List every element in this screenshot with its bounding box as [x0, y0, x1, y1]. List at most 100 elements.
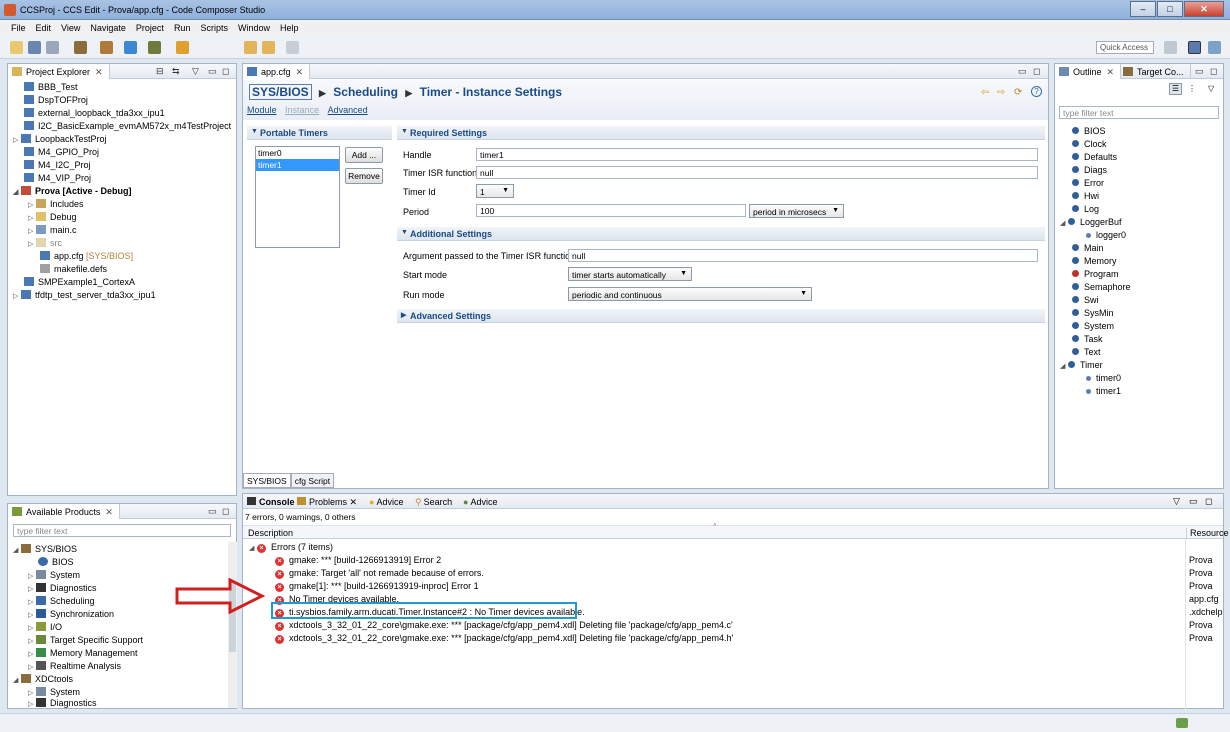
period-unit-select[interactable]: period in microsecs ▼ — [749, 204, 844, 218]
list-item[interactable]: timer0 — [256, 147, 339, 159]
close-icon[interactable]: ✕ — [296, 67, 304, 77]
status-icon[interactable] — [1176, 718, 1188, 728]
outline-item[interactable]: timer0 — [1086, 373, 1121, 386]
remove-timer-button[interactable]: Remove — [345, 168, 383, 184]
outline-item[interactable]: Main — [1072, 243, 1104, 256]
maximize-icon[interactable]: ◻ — [1210, 66, 1217, 77]
expand-arrow-icon[interactable]: ▷ — [28, 227, 36, 235]
expand-arrow-icon[interactable]: ▷ — [28, 585, 36, 593]
tree-item[interactable]: makefile.defs — [40, 264, 107, 277]
handle-field[interactable]: timer1 — [476, 148, 1038, 161]
tree-item[interactable]: ▷ src — [28, 238, 62, 251]
outline-item[interactable]: logger0 — [1086, 230, 1126, 243]
close-icon[interactable]: ✕ — [1107, 67, 1115, 77]
col-description[interactable]: Description — [248, 528, 293, 538]
menu-scripts[interactable]: Scripts — [195, 20, 233, 37]
bug-icon[interactable] — [148, 41, 161, 54]
breadcrumb-scheduling[interactable]: Scheduling — [333, 85, 398, 99]
menu-project[interactable]: Project — [131, 20, 169, 37]
tree-item-active-project[interactable]: ◢ Prova [Active - Debug] — [13, 186, 132, 199]
tab-sysbios[interactable]: SYS/BIOS — [243, 473, 291, 488]
start-mode-select[interactable]: timer starts automatically ▼ — [568, 267, 692, 281]
tab-console[interactable]: Console — [247, 497, 295, 507]
list-item-selected[interactable]: timer1 — [256, 159, 339, 171]
tree-item[interactable]: BBB_Test — [24, 82, 78, 95]
outline-item[interactable]: Task — [1072, 334, 1103, 347]
error-row[interactable]: × gmake[1]: *** [build-1266913919-inproc]… — [275, 581, 1215, 594]
error-group[interactable]: ◢ × Errors (7 items) — [249, 542, 333, 555]
minimize-button[interactable]: – — [1130, 1, 1156, 17]
menu-view[interactable]: View — [56, 20, 85, 37]
expand-arrow-icon[interactable]: ▷ — [28, 201, 36, 209]
outline-item[interactable]: System — [1072, 321, 1114, 334]
tree-item[interactable]: ▷ Realtime Analysis — [28, 661, 121, 674]
minimize-icon[interactable]: ▭ — [1189, 496, 1198, 507]
expand-arrow-icon[interactable]: ▷ — [28, 637, 36, 645]
collapse-arrow-icon[interactable]: ◢ — [1060, 362, 1068, 370]
expand-arrow-icon[interactable]: ▷ — [28, 598, 36, 606]
nav-forward-icon[interactable]: ⇨ — [997, 87, 1005, 98]
expand-arrow-icon[interactable]: ▷ — [28, 624, 36, 632]
outline-item[interactable]: Diags — [1072, 165, 1107, 178]
timer-id-select[interactable]: 1 ▼ — [476, 184, 514, 198]
hammer-icon[interactable] — [100, 41, 113, 54]
tree-item[interactable]: M4_VIP_Proj — [24, 173, 91, 186]
tree-item[interactable]: ▷ main.c — [28, 225, 77, 238]
close-icon[interactable]: ✕ — [105, 507, 113, 517]
tab-problems[interactable]: Problems ✕ — [297, 497, 357, 508]
error-row[interactable]: × xdctools_3_32_01_22_core\gmake.exe: ***… — [275, 620, 1215, 633]
save-all-icon[interactable] — [46, 41, 59, 54]
outline-item[interactable]: Program — [1072, 269, 1119, 282]
collapse-arrow-icon[interactable]: ◢ — [13, 546, 21, 554]
required-settings-header[interactable]: ▼ Required Settings — [397, 126, 1045, 140]
tab-app-cfg[interactable]: app.cfg ✕ — [243, 64, 311, 79]
tree-item[interactable]: ▷ Target Specific Support — [28, 635, 143, 648]
tree-item[interactable]: ▷ System — [28, 570, 80, 583]
menu-navigate[interactable]: Navigate — [85, 20, 131, 37]
outline-item[interactable]: Text — [1072, 347, 1101, 360]
maximize-icon[interactable]: ◻ — [222, 506, 229, 517]
expand-arrow-icon[interactable]: ▷ — [28, 689, 36, 697]
list-view-icon[interactable]: ☰ — [1169, 83, 1182, 95]
close-icon[interactable]: ✕ — [350, 497, 358, 507]
outline-item[interactable]: Semaphore — [1072, 282, 1131, 295]
collapse-arrow-icon[interactable]: ◢ — [249, 544, 257, 552]
save-icon[interactable] — [28, 41, 41, 54]
next-icon[interactable] — [286, 41, 299, 54]
ccs-edit-perspective-icon[interactable] — [1188, 41, 1201, 54]
menu-window[interactable]: Window — [233, 20, 275, 37]
isr-field[interactable]: null — [476, 166, 1038, 179]
outline-item[interactable]: Defaults — [1072, 152, 1117, 165]
tree-item[interactable]: ▷ Diagnostics — [28, 583, 97, 596]
menu-run[interactable]: Run — [169, 20, 196, 37]
collapse-arrow-icon[interactable]: ◢ — [13, 188, 21, 196]
col-resource[interactable]: Resource — [1186, 528, 1229, 538]
outline-item[interactable]: BIOS — [1072, 126, 1106, 139]
outline-item[interactable]: Memory — [1072, 256, 1117, 269]
timers-list[interactable]: timer0 timer1 — [255, 146, 340, 248]
collapse-arrow-icon[interactable]: ◢ — [1060, 219, 1068, 227]
subnav-module[interactable]: Module — [247, 105, 277, 115]
tree-view-icon[interactable]: ⋮ — [1188, 84, 1196, 93]
expand-arrow-icon[interactable]: ▷ — [28, 611, 36, 619]
collapse-arrow-icon[interactable]: ◢ — [13, 676, 21, 684]
tab-advice[interactable]: ● Advice — [369, 497, 403, 507]
expand-arrow-icon[interactable]: ▷ — [28, 572, 36, 580]
maximize-icon[interactable]: ◻ — [1033, 66, 1040, 77]
expand-arrow-icon[interactable]: ▷ — [28, 700, 36, 708]
run-mode-select[interactable]: periodic and continuous ▼ — [568, 287, 812, 301]
expand-arrow-icon[interactable]: ▷ — [28, 214, 36, 222]
view-menu-icon[interactable]: ▽ — [1173, 496, 1180, 507]
outline-item[interactable]: ◢ LoggerBuf — [1060, 217, 1122, 230]
error-row[interactable]: × xdctools_3_32_01_22_core\gmake.exe: ***… — [275, 633, 1215, 646]
tree-item[interactable]: M4_I2C_Proj — [24, 160, 91, 173]
period-field[interactable]: 100 — [476, 204, 746, 217]
maximize-button[interactable]: □ — [1157, 1, 1183, 17]
additional-settings-header[interactable]: ▼ Additional Settings — [397, 227, 1045, 241]
outline-item[interactable]: Clock — [1072, 139, 1107, 152]
outline-item[interactable]: Hwi — [1072, 191, 1099, 204]
outline-filter-input[interactable]: type filter text — [1059, 106, 1219, 119]
outline-item[interactable]: Error — [1072, 178, 1104, 191]
expand-arrow-icon[interactable]: ▷ — [13, 292, 21, 300]
expand-arrow-icon[interactable]: ▷ — [28, 240, 36, 248]
